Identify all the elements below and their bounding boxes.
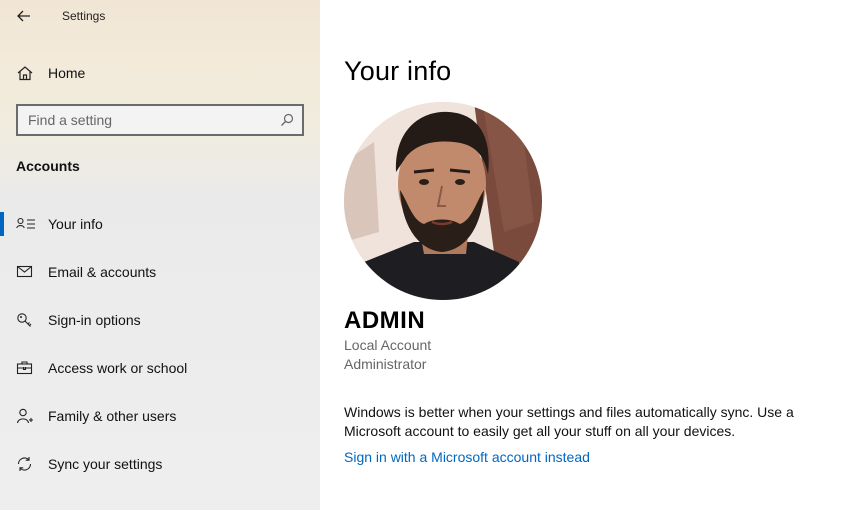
sidebar: Settings Home Accounts Your info Email &… bbox=[0, 0, 320, 510]
search-input[interactable] bbox=[18, 106, 268, 134]
sidebar-item-label: Sign-in options bbox=[48, 312, 141, 328]
briefcase-icon bbox=[16, 361, 33, 375]
sidebar-item-label: Email & accounts bbox=[48, 264, 157, 280]
home-icon bbox=[17, 66, 33, 81]
title-bar: Settings bbox=[0, 0, 320, 34]
sign-in-microsoft-link[interactable]: Sign in with a Microsoft account instead bbox=[344, 449, 590, 465]
sync-message: Windows is better when your settings and… bbox=[344, 404, 794, 439]
account-type: Local Account bbox=[344, 337, 432, 353]
back-arrow-icon bbox=[17, 10, 30, 22]
sidebar-item-label: Your info bbox=[48, 216, 103, 232]
sidebar-item-label: Family & other users bbox=[48, 408, 177, 424]
section-title: Accounts bbox=[16, 158, 80, 174]
profile-photo-icon bbox=[344, 102, 542, 300]
mail-icon bbox=[16, 265, 33, 278]
home-label: Home bbox=[48, 65, 86, 81]
sidebar-item-sync-settings[interactable]: Sync your settings bbox=[0, 446, 320, 482]
account-role: Administrator bbox=[344, 356, 427, 372]
page-title: Your info bbox=[344, 56, 452, 86]
search-icon[interactable] bbox=[280, 113, 294, 127]
sidebar-item-sign-in-options[interactable]: Sign-in options bbox=[0, 302, 320, 338]
person-list-icon bbox=[16, 217, 35, 229]
sidebar-item-family-users[interactable]: Family & other users bbox=[0, 398, 320, 434]
user-name: ADMIN bbox=[344, 307, 426, 334]
app-title: Settings bbox=[62, 9, 106, 23]
back-button[interactable] bbox=[12, 5, 36, 27]
sidebar-item-access-work[interactable]: Access work or school bbox=[0, 350, 320, 386]
sidebar-item-label: Sync your settings bbox=[48, 456, 163, 472]
key-icon bbox=[17, 313, 32, 327]
home-nav-item[interactable]: Home bbox=[0, 58, 320, 88]
search-box[interactable] bbox=[16, 104, 304, 136]
sidebar-item-your-info[interactable]: Your info bbox=[0, 206, 320, 242]
sync-icon bbox=[17, 457, 32, 471]
person-add-icon bbox=[16, 408, 33, 424]
sidebar-item-email-accounts[interactable]: Email & accounts bbox=[0, 254, 320, 290]
sidebar-item-label: Access work or school bbox=[48, 360, 188, 376]
main-content: Your info ADMIN Local Account Administra… bbox=[320, 0, 850, 510]
avatar[interactable] bbox=[344, 102, 542, 300]
